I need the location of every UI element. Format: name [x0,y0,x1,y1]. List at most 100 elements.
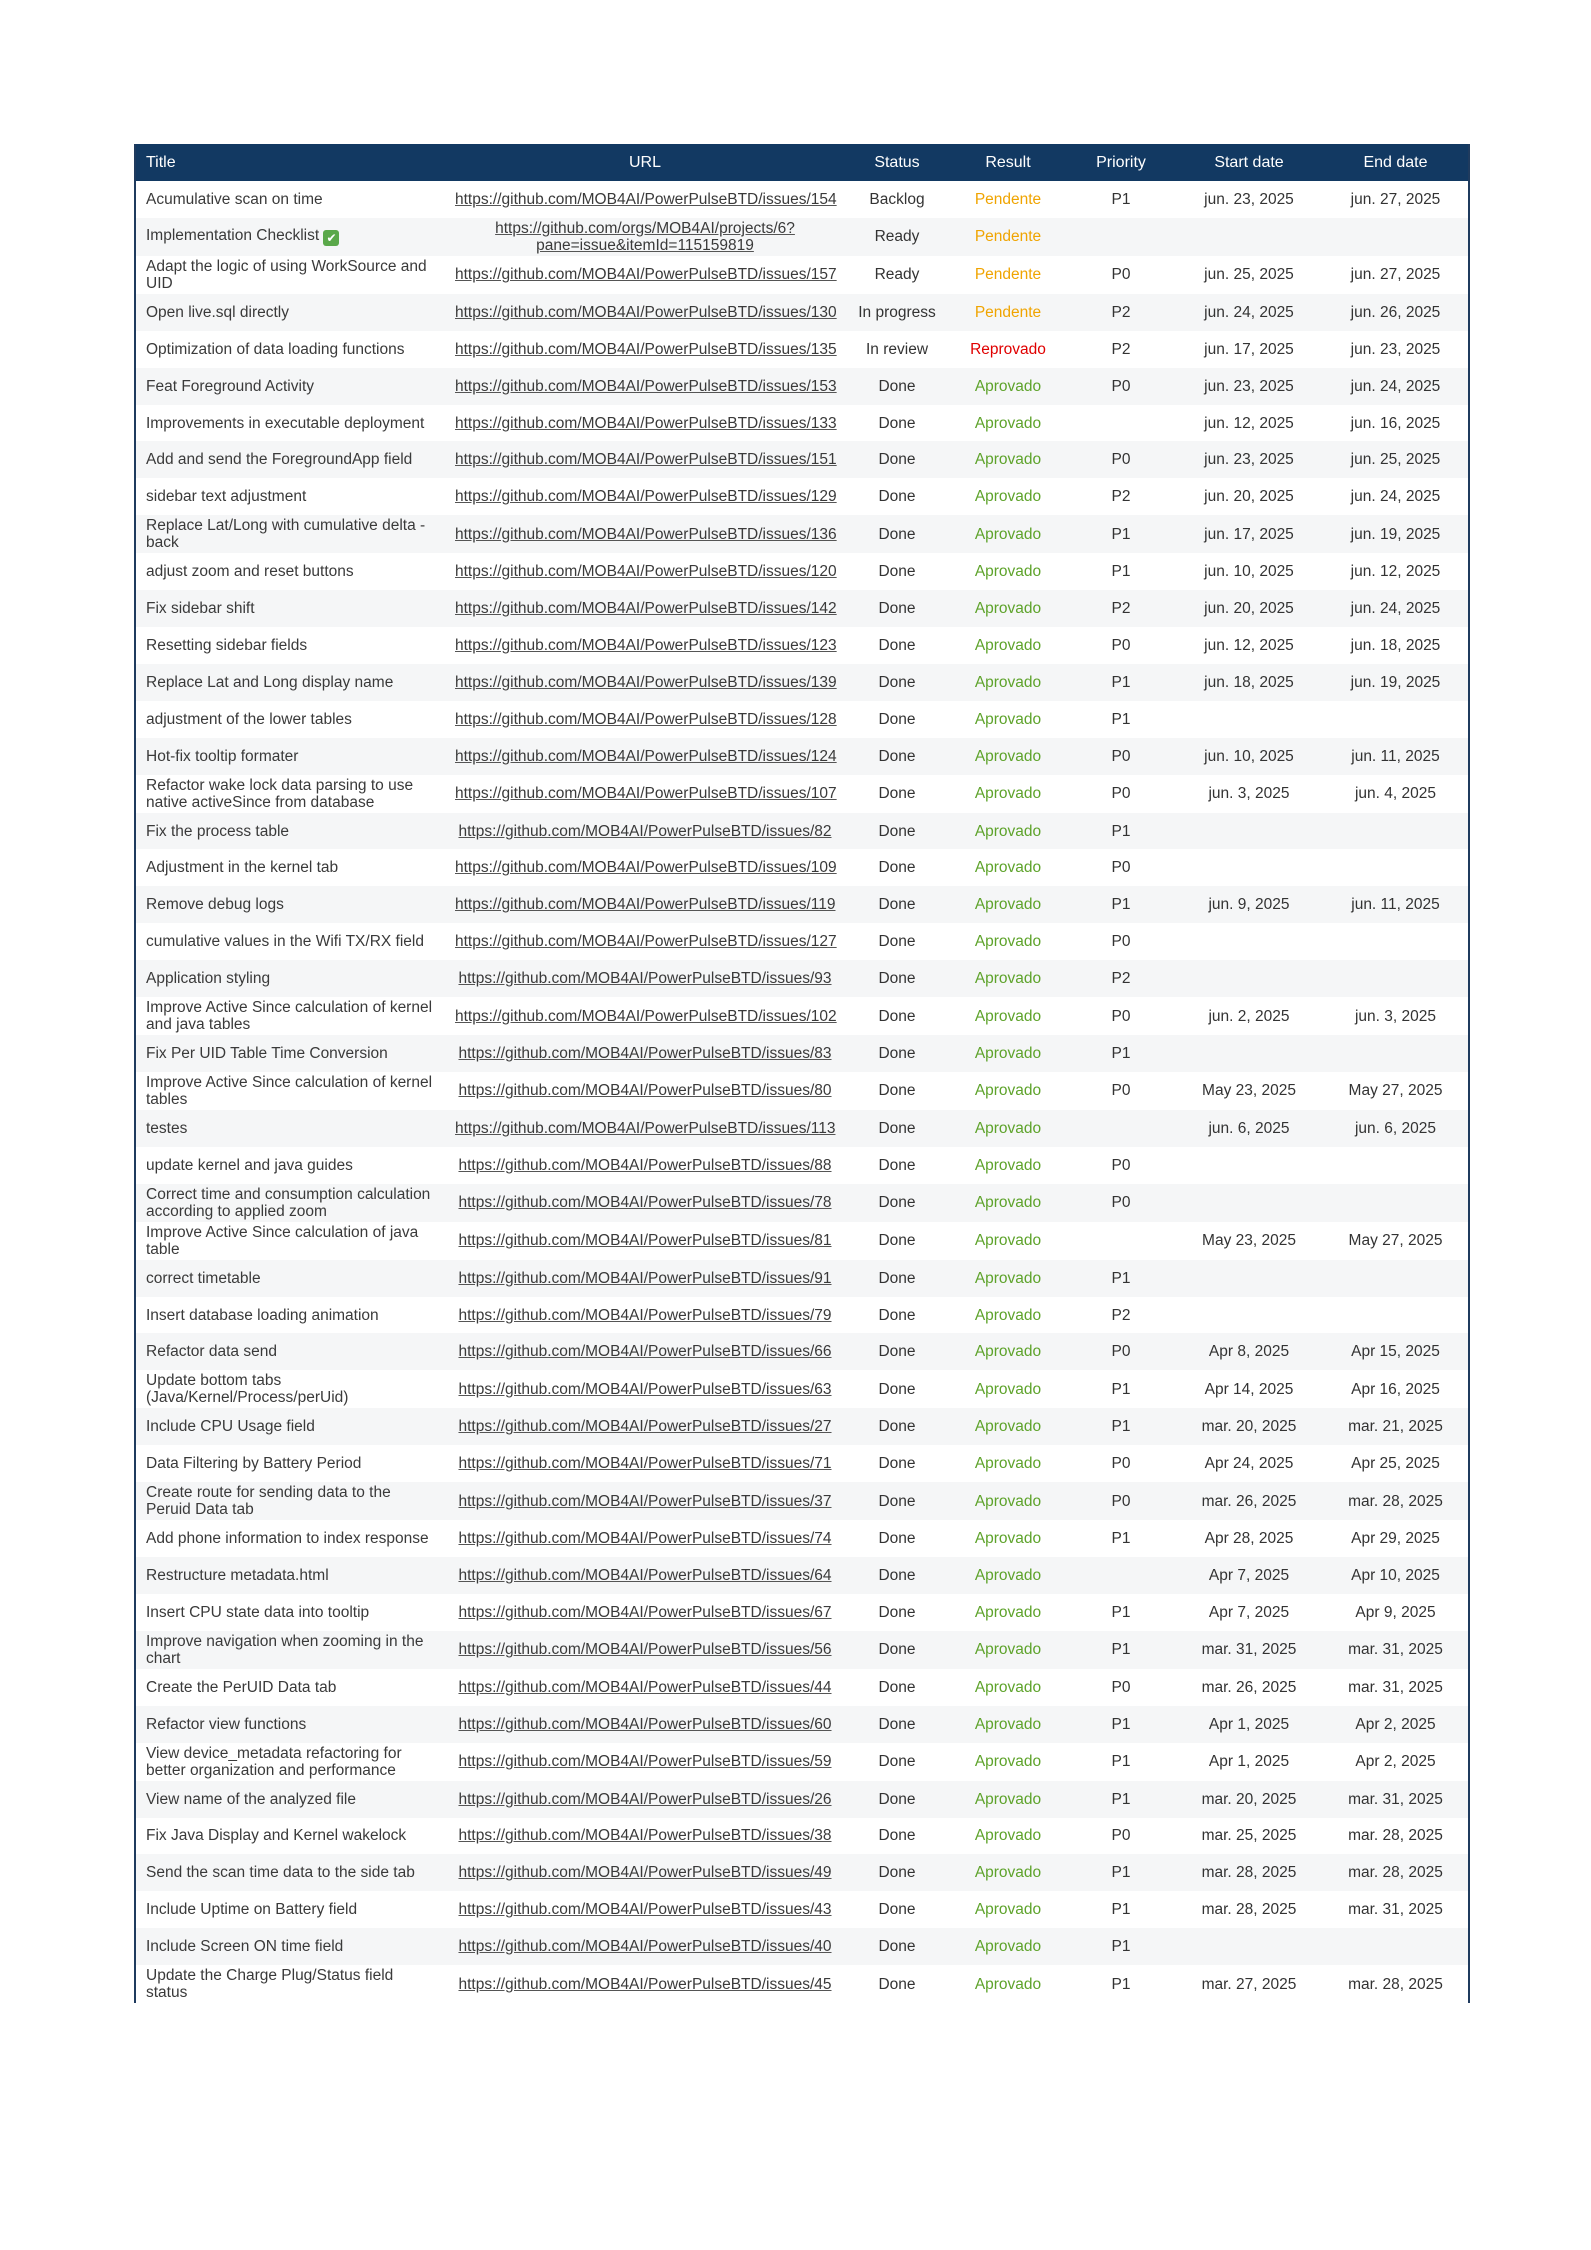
table-row[interactable]: Refactor view functions https://github.co… [135,1705,1469,1743]
issue-link[interactable]: https://github.com/MOB4AI/PowerPulseBTD/… [458,1270,831,1287]
issue-link[interactable]: https://github.com/MOB4AI/PowerPulseBTD/… [458,1157,831,1174]
table-row[interactable]: update kernel and java guides https://git… [135,1147,1469,1184]
issue-link[interactable]: https://github.com/MOB4AI/PowerPulseBTD/… [458,1864,831,1881]
table-row[interactable]: Improve Active Since calculation of java… [135,1222,1469,1260]
table-row[interactable]: Replace Lat and Long display name https:/… [135,663,1469,701]
table-row[interactable]: Include Screen ON time field https://gith… [135,1928,1469,1966]
issue-link[interactable]: https://github.com/MOB4AI/PowerPulseBTD/… [458,1530,831,1547]
issue-link[interactable]: https://github.com/MOB4AI/PowerPulseBTD/… [455,859,837,876]
table-row[interactable]: Insert CPU state data into tooltip https:… [135,1594,1469,1631]
table-row[interactable]: Refactor wake lock data parsing to use n… [135,775,1469,813]
issue-link[interactable]: https://github.com/MOB4AI/PowerPulseBTD/… [455,674,837,691]
issue-link[interactable]: https://github.com/MOB4AI/PowerPulseBTD/… [458,1307,831,1324]
header-end-date[interactable]: End date [1323,144,1469,181]
issue-link[interactable]: https://github.com/MOB4AI/PowerPulseBTD/… [458,1679,831,1696]
table-row[interactable]: Feat Foreground Activity https://github.c… [135,367,1469,405]
issue-link[interactable]: https://github.com/MOB4AI/PowerPulseBTD/… [458,1604,831,1621]
table-row[interactable]: Adapt the logic of using WorkSource and … [135,256,1469,294]
header-status[interactable]: Status [845,144,949,181]
issue-link[interactable]: https://github.com/MOB4AI/PowerPulseBTD/… [455,266,837,283]
table-row[interactable]: testes https://github.com/MOB4AI/PowerPul… [135,1109,1469,1147]
table-row[interactable]: Fix the process table https://github.com/… [135,812,1469,850]
table-row[interactable]: Create route for sending data to the Per… [135,1482,1469,1521]
issue-link[interactable]: https://github.com/MOB4AI/PowerPulseBTD/… [458,1901,831,1918]
table-row[interactable]: Remove debug logs https://github.com/MOB4… [135,886,1469,924]
table-row[interactable]: sidebar text adjustment https://github.co… [135,478,1469,515]
issue-link[interactable]: https://github.com/MOB4AI/PowerPulseBTD/… [458,1827,831,1844]
table-row[interactable]: Restructure metadata.html https://github.… [135,1557,1469,1594]
header-start-date[interactable]: Start date [1175,144,1323,181]
table-row[interactable]: Adjustment in the kernel tab https://gith… [135,849,1469,886]
issue-link[interactable]: https://github.com/MOB4AI/PowerPulseBTD/… [458,1791,831,1808]
issue-link[interactable]: https://github.com/MOB4AI/PowerPulseBTD/… [458,1493,831,1510]
table-row[interactable]: Application styling https://github.com/MO… [135,960,1469,998]
table-row[interactable]: cumulative values in the Wifi TX/RX fiel… [135,923,1469,960]
table-row[interactable]: Include Uptime on Battery field https://g… [135,1891,1469,1928]
table-row[interactable]: View name of the analyzed file https://gi… [135,1780,1469,1818]
header-result[interactable]: Result [949,144,1067,181]
table-row[interactable]: Add phone information to index response h… [135,1520,1469,1557]
issue-link[interactable]: https://github.com/MOB4AI/PowerPulseBTD/… [458,1045,831,1062]
table-row[interactable]: Fix sidebar shift https://github.com/MOB4… [135,590,1469,628]
table-row[interactable]: Update bottom tabs (Java/Kernel/Process/… [135,1370,1469,1408]
table-row[interactable]: Correct time and consumption calculation… [135,1183,1469,1222]
issue-link[interactable]: https://github.com/MOB4AI/PowerPulseBTD/… [455,563,837,580]
table-row[interactable]: Resetting sidebar fields https://github.c… [135,627,1469,664]
issue-link[interactable]: https://github.com/MOB4AI/PowerPulseBTD/… [458,1343,831,1360]
table-row[interactable]: Optimization of data loading functions ht… [135,331,1469,368]
issue-link[interactable]: https://github.com/MOB4AI/PowerPulseBTD/… [458,1381,831,1398]
header-title[interactable]: Title [135,144,445,181]
table-row[interactable]: correct timetable https://github.com/MOB4… [135,1259,1469,1297]
issue-link[interactable]: https://github.com/MOB4AI/PowerPulseBTD/… [455,304,837,321]
issue-link[interactable]: https://github.com/MOB4AI/PowerPulseBTD/… [458,1938,831,1955]
table-row[interactable]: Improve navigation when zooming in the c… [135,1630,1469,1669]
table-row[interactable]: Improve Active Since calculation of kern… [135,1072,1469,1110]
issue-link[interactable]: https://github.com/MOB4AI/PowerPulseBTD/… [455,600,837,617]
table-row[interactable]: Implementation Checklist ✔ https://github… [135,217,1469,256]
table-row[interactable]: adjust zoom and reset buttons https://git… [135,553,1469,590]
table-row[interactable]: View device_metadata refactoring for bet… [135,1743,1469,1781]
issue-link[interactable]: https://github.com/MOB4AI/PowerPulseBTD/… [455,488,837,505]
issue-link[interactable]: https://github.com/MOB4AI/PowerPulseBTD/… [455,191,837,208]
table-row[interactable]: Fix Per UID Table Time Conversion https:/… [135,1035,1469,1072]
table-row[interactable]: Open live.sql directly https://github.com… [135,293,1469,331]
issue-link[interactable]: https://github.com/MOB4AI/PowerPulseBTD/… [458,823,831,840]
issue-link[interactable]: https://github.com/MOB4AI/PowerPulseBTD/… [455,711,837,728]
issue-link[interactable]: https://github.com/MOB4AI/PowerPulseBTD/… [458,1418,831,1435]
issue-link[interactable]: https://github.com/MOB4AI/PowerPulseBTD/… [458,1082,831,1099]
table-row[interactable]: adjustment of the lower tables https://gi… [135,701,1469,738]
issue-link[interactable]: https://github.com/MOB4AI/PowerPulseBTD/… [455,378,837,395]
table-row[interactable]: Create the PerUID Data tab https://github… [135,1669,1469,1706]
issue-link[interactable]: https://github.com/MOB4AI/PowerPulseBTD/… [455,896,836,913]
header-priority[interactable]: Priority [1067,144,1175,181]
issue-link[interactable]: https://github.com/MOB4AI/PowerPulseBTD/… [458,1976,831,1993]
issue-link[interactable]: https://github.com/MOB4AI/PowerPulseBTD/… [455,341,837,358]
table-row[interactable]: Replace Lat/Long with cumulative delta -… [135,515,1469,554]
header-url[interactable]: URL [445,144,845,181]
table-row[interactable]: Data Filtering by Battery Period https://… [135,1445,1469,1482]
table-row[interactable]: Update the Charge Plug/Status field stat… [135,1965,1469,2003]
table-row[interactable]: Hot-fix tooltip formater https://github.c… [135,737,1469,775]
issue-link[interactable]: https://github.com/MOB4AI/PowerPulseBTD/… [455,451,837,468]
issue-link[interactable]: https://github.com/MOB4AI/PowerPulseBTD/… [455,637,837,654]
table-row[interactable]: Improvements in executable deployment htt… [135,405,1469,442]
issue-link[interactable]: https://github.com/MOB4AI/PowerPulseBTD/… [458,1455,831,1472]
issue-link[interactable]: https://github.com/MOB4AI/PowerPulseBTD/… [458,1716,831,1733]
issue-link[interactable]: https://github.com/MOB4AI/PowerPulseBTD/… [458,1232,831,1249]
table-row[interactable]: Refactor data send https://github.com/MOB… [135,1333,1469,1371]
issue-link[interactable]: https://github.com/MOB4AI/PowerPulseBTD/… [455,1008,837,1025]
issue-link[interactable]: https://github.com/MOB4AI/PowerPulseBTD/… [458,970,831,987]
issue-link[interactable]: https://github.com/orgs/MOB4AI/projects/… [495,220,795,254]
issue-link[interactable]: https://github.com/MOB4AI/PowerPulseBTD/… [458,1567,831,1584]
table-row[interactable]: Improve Active Since calculation of kern… [135,997,1469,1035]
issue-link[interactable]: https://github.com/MOB4AI/PowerPulseBTD/… [455,933,837,950]
issue-link[interactable]: https://github.com/MOB4AI/PowerPulseBTD/… [455,526,837,543]
issue-link[interactable]: https://github.com/MOB4AI/PowerPulseBTD/… [455,415,837,432]
table-row[interactable]: Insert database loading animation https:/… [135,1297,1469,1334]
issue-link[interactable]: https://github.com/MOB4AI/PowerPulseBTD/… [455,785,837,802]
table-row[interactable]: Fix Java Display and Kernel wakelock http… [135,1818,1469,1855]
table-row[interactable]: Add and send the ForegroundApp field http… [135,441,1469,479]
table-row[interactable]: Include CPU Usage field https://github.co… [135,1408,1469,1446]
issue-link[interactable]: https://github.com/MOB4AI/PowerPulseBTD/… [458,1753,831,1770]
issue-link[interactable]: https://github.com/MOB4AI/PowerPulseBTD/… [458,1194,831,1211]
